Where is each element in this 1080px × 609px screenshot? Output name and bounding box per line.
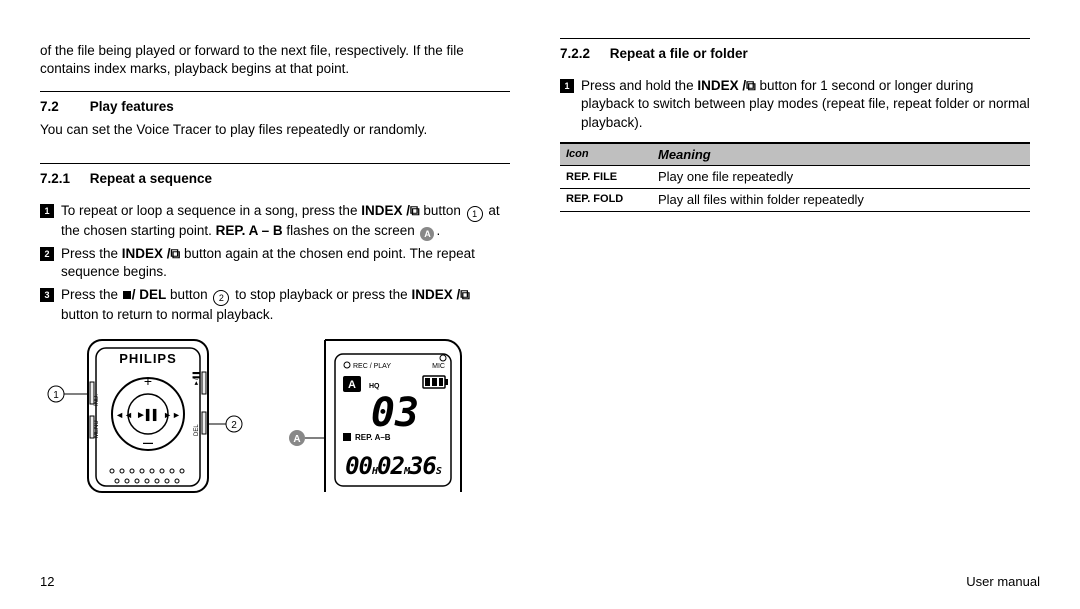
section-title: Play features bbox=[90, 99, 174, 114]
repeat-ab-icon: ⧉ bbox=[171, 246, 181, 262]
svg-text:A: A bbox=[293, 434, 300, 445]
r-step-1: 1 Press and hold the INDEX /⧉ button for… bbox=[560, 77, 1030, 132]
subsection-divider bbox=[560, 38, 1030, 39]
section-7-2-heading: 7.2 Play features bbox=[40, 98, 510, 116]
step-marker-1: 1 bbox=[560, 79, 574, 93]
svg-text:00H02M36S: 00H02M36S bbox=[345, 452, 442, 480]
cell-icon: REP. FOLD bbox=[560, 188, 652, 211]
table-row: REP. FOLD Play all files within folder r… bbox=[560, 188, 1030, 211]
subsection-number: 7.2.2 bbox=[560, 45, 606, 63]
svg-text:REP. A–B: REP. A–B bbox=[355, 433, 391, 442]
step-marker-1: 1 bbox=[40, 204, 54, 218]
section-7-2-1-heading: 7.2.1 Repeat a sequence bbox=[40, 170, 510, 188]
carryover-paragraph: of the file being played or forward to t… bbox=[40, 42, 510, 78]
svg-text:►/▌▌: ►/▌▌ bbox=[192, 370, 200, 386]
repeat-ab-icon: ⧉ bbox=[746, 78, 756, 94]
repeat-ab-icon: ⧉ bbox=[410, 203, 420, 219]
svg-text:1: 1 bbox=[53, 390, 59, 401]
subsection-title: Repeat a sequence bbox=[90, 171, 212, 186]
svg-text:A: A bbox=[348, 379, 356, 391]
svg-text:MENU: MENU bbox=[94, 420, 100, 438]
left-column: of the file being played or forward to t… bbox=[40, 28, 510, 496]
table-header-meaning: Meaning bbox=[652, 144, 1030, 166]
icon-meaning-table: Icon Meaning REP. FILE Play one file rep… bbox=[560, 144, 1030, 212]
callout-1: 1 bbox=[467, 206, 483, 222]
svg-text:◄◄: ◄◄ bbox=[115, 410, 133, 420]
subsection-number: 7.2.1 bbox=[40, 170, 86, 188]
svg-text:2: 2 bbox=[231, 420, 237, 431]
brand-label: PHILIPS bbox=[119, 351, 177, 366]
subsection-title: Repeat a file or folder bbox=[610, 46, 748, 61]
stop-icon bbox=[123, 291, 131, 299]
r-step-1-text: Press and hold the INDEX /⧉ button for 1… bbox=[581, 77, 1030, 132]
callout-A: A bbox=[420, 227, 434, 241]
svg-text:►▌▌: ►▌▌ bbox=[136, 408, 160, 422]
step-2: 2 Press the INDEX /⧉ button again at the… bbox=[40, 245, 510, 281]
step-3: 3 Press the / DEL button 2 to stop playb… bbox=[40, 286, 510, 324]
svg-text:03: 03 bbox=[371, 390, 419, 436]
section-number: 7.2 bbox=[40, 98, 86, 116]
svg-text:–: – bbox=[143, 432, 153, 452]
illustration-row: 1 2 PHILIPS + – ◄◄ bbox=[40, 336, 510, 496]
manual-page: of the file being played or forward to t… bbox=[0, 0, 1080, 609]
svg-text:IND.: IND. bbox=[94, 394, 100, 406]
svg-text:DEL: DEL bbox=[194, 424, 200, 436]
svg-text:+: + bbox=[144, 373, 152, 389]
callout-2: 2 bbox=[213, 290, 229, 306]
step-1: 1 To repeat or loop a sequence in a song… bbox=[40, 202, 510, 241]
step-2-text: Press the INDEX /⧉ button again at the c… bbox=[61, 245, 510, 281]
svg-text:REC / PLAY: REC / PLAY bbox=[353, 363, 391, 370]
repeat-ab-icon: ⧉ bbox=[460, 287, 470, 303]
table-header-icon: Icon bbox=[560, 144, 652, 166]
section-7-2-2-heading: 7.2.2 Repeat a file or folder bbox=[560, 45, 1030, 63]
step-3-text: Press the / DEL button 2 to stop playbac… bbox=[61, 286, 510, 324]
step-marker-2: 2 bbox=[40, 247, 54, 261]
svg-text:HQ: HQ bbox=[369, 383, 380, 390]
doc-title-footer: User manual bbox=[966, 573, 1040, 591]
cell-icon: REP. FILE bbox=[560, 166, 652, 189]
right-column: 7.2.2 Repeat a file or folder 1 Press an… bbox=[560, 28, 1030, 212]
section-divider bbox=[40, 91, 510, 92]
step-marker-3: 3 bbox=[40, 288, 54, 302]
section-7-2-body: You can set the Voice Tracer to play fil… bbox=[40, 121, 510, 139]
table-row: REP. FILE Play one file repeatedly bbox=[560, 166, 1030, 189]
cell-meaning: Play one file repeatedly bbox=[652, 166, 1030, 189]
cell-meaning: Play all files within folder repeatedly bbox=[652, 188, 1030, 211]
step-1-text: To repeat or loop a sequence in a song, … bbox=[61, 202, 510, 241]
device-illustration: 1 2 PHILIPS + – ◄◄ bbox=[40, 336, 245, 496]
subsection-divider bbox=[40, 163, 510, 164]
svg-text:►►: ►► bbox=[163, 410, 181, 420]
svg-text:MIC: MIC bbox=[432, 363, 445, 370]
lcd-illustration: A REC / PLAY MIC A HQ bbox=[285, 336, 485, 496]
page-number: 12 bbox=[40, 573, 54, 591]
